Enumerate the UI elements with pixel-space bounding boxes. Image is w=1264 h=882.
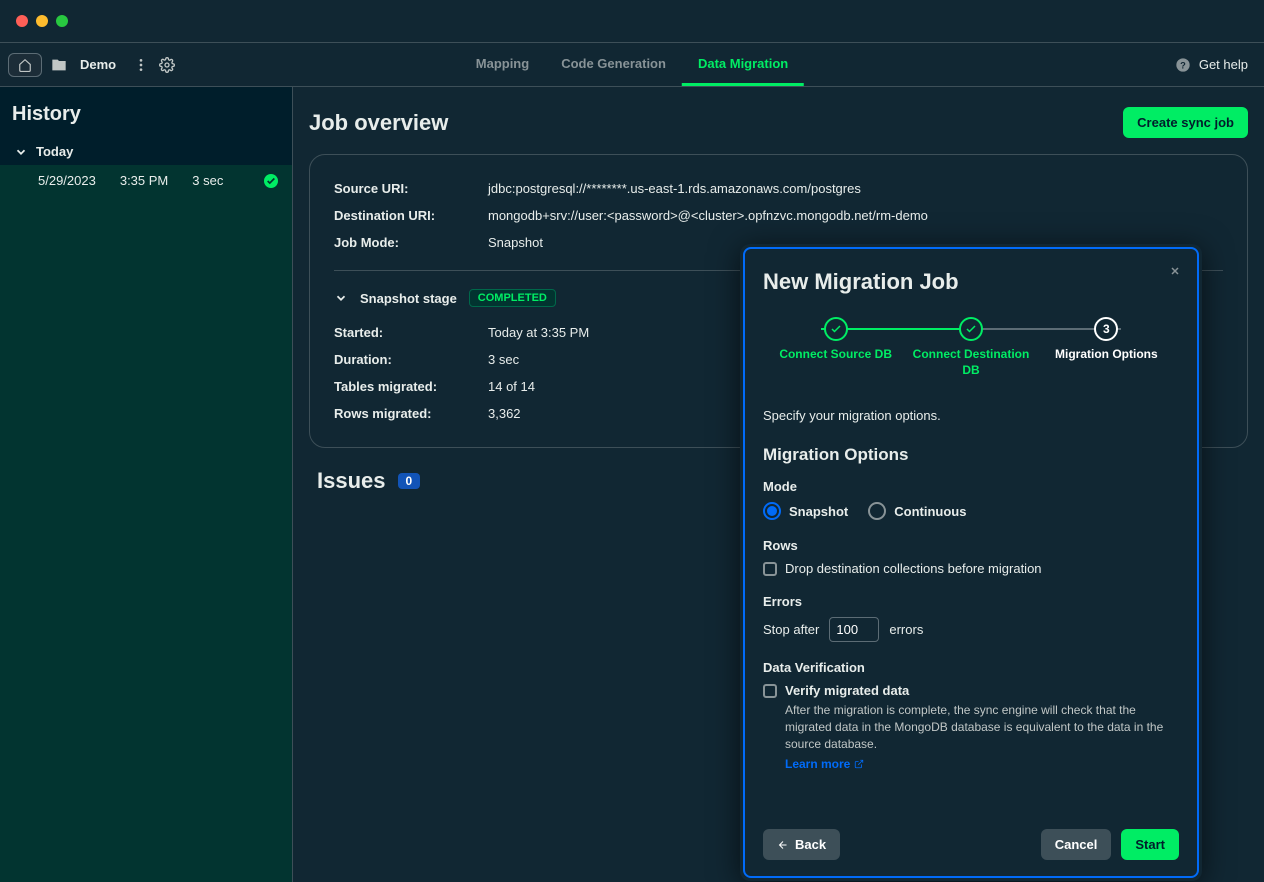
history-time: 3:35 PM xyxy=(120,173,168,188)
stage-name: Snapshot stage xyxy=(360,291,457,306)
back-label: Back xyxy=(795,837,826,852)
modal-description: Specify your migration options. xyxy=(763,408,1179,423)
learn-more-link[interactable]: Learn more xyxy=(785,757,864,771)
gear-icon xyxy=(159,57,175,73)
learn-more-text: Learn more xyxy=(785,757,850,771)
rows-migrated-label: Rows migrated: xyxy=(334,406,488,421)
success-icon xyxy=(264,174,278,188)
drop-collections-checkbox[interactable] xyxy=(763,562,777,576)
verify-data-description: After the migration is complete, the syn… xyxy=(785,702,1179,752)
started-value: Today at 3:35 PM xyxy=(488,325,589,340)
mode-snapshot-radio[interactable] xyxy=(763,502,781,520)
history-duration: 3 sec xyxy=(192,173,223,188)
toolbar: Demo Mapping Code Generation Data Migrat… xyxy=(0,43,1264,87)
data-verification-label: Data Verification xyxy=(763,660,1179,675)
step-2-indicator xyxy=(959,317,983,341)
step-3-indicator: 3 xyxy=(1094,317,1118,341)
rows-label: Rows xyxy=(763,538,1179,553)
step-2-label: Connect Destination DB xyxy=(904,347,1037,378)
step-1-label: Connect Source DB xyxy=(779,347,892,363)
history-item[interactable]: 5/29/2023 3:35 PM 3 sec xyxy=(0,165,292,196)
job-mode-label: Job Mode: xyxy=(334,235,488,250)
tab-mapping[interactable]: Mapping xyxy=(460,43,545,86)
close-icon xyxy=(1169,265,1181,277)
maximize-window-button[interactable] xyxy=(56,15,68,27)
sidebar-title: History xyxy=(0,87,292,138)
sidebar-bg xyxy=(0,196,292,882)
tables-value: 14 of 14 xyxy=(488,379,535,394)
svg-text:?: ? xyxy=(1180,60,1186,70)
job-overview-title: Job overview xyxy=(309,110,448,136)
get-help-label: Get help xyxy=(1199,57,1248,72)
titlebar xyxy=(0,0,1264,43)
home-icon xyxy=(18,58,32,72)
group-label: Today xyxy=(36,144,73,159)
rows-migrated-value: 3,362 xyxy=(488,406,521,421)
duration-label: Duration: xyxy=(334,352,488,367)
chevron-down-icon xyxy=(334,291,348,305)
stop-after-label: Stop after xyxy=(763,622,819,637)
verify-data-label: Verify migrated data xyxy=(785,683,1179,698)
stop-after-input[interactable] xyxy=(829,617,879,642)
migration-options-heading: Migration Options xyxy=(763,445,1179,465)
tab-data-migration[interactable]: Data Migration xyxy=(682,43,804,86)
settings-button[interactable] xyxy=(158,56,176,74)
start-button[interactable]: Start xyxy=(1121,829,1179,860)
stage-status-badge: COMPLETED xyxy=(469,289,556,307)
issues-count-badge: 0 xyxy=(398,473,421,489)
step-3-label: Migration Options xyxy=(1055,347,1158,363)
started-label: Started: xyxy=(334,325,488,340)
more-button[interactable] xyxy=(132,56,150,74)
mode-label: Mode xyxy=(763,479,1179,494)
errors-label: Errors xyxy=(763,594,1179,609)
cancel-button[interactable]: Cancel xyxy=(1041,829,1112,860)
folder-icon xyxy=(50,56,68,74)
more-vertical-icon xyxy=(133,57,149,73)
job-mode-value: Snapshot xyxy=(488,235,543,250)
source-uri-label: Source URI: xyxy=(334,181,488,196)
close-window-button[interactable] xyxy=(16,15,28,27)
verify-data-checkbox[interactable] xyxy=(763,684,777,698)
history-group-today[interactable]: Today xyxy=(0,138,292,165)
step-1-indicator xyxy=(824,317,848,341)
modal-title: New Migration Job xyxy=(763,269,1179,295)
stepper: Connect Source DB Connect Destination DB… xyxy=(763,317,1179,378)
modal-close-button[interactable] xyxy=(1167,263,1183,279)
source-uri-value: jdbc:postgresql://********.us-east-1.rds… xyxy=(488,181,861,196)
drop-collections-label: Drop destination collections before migr… xyxy=(785,561,1042,576)
errors-suffix: errors xyxy=(889,622,923,637)
check-icon xyxy=(965,323,977,335)
arrow-left-icon xyxy=(777,839,789,851)
mode-continuous-radio[interactable] xyxy=(868,502,886,520)
tab-code-generation[interactable]: Code Generation xyxy=(545,43,682,86)
duration-value: 3 sec xyxy=(488,352,519,367)
dest-uri-value: mongodb+srv://user:<password>@<cluster>.… xyxy=(488,208,928,223)
history-date: 5/29/2023 xyxy=(38,173,96,188)
nav-tabs: Mapping Code Generation Data Migration xyxy=(460,43,804,86)
get-help-button[interactable]: ? Get help xyxy=(1175,57,1256,73)
mode-snapshot-label: Snapshot xyxy=(789,504,848,519)
issues-title: Issues xyxy=(317,468,386,494)
project-name: Demo xyxy=(80,57,116,72)
history-sidebar: History Today 5/29/2023 3:35 PM 3 sec xyxy=(0,87,293,882)
minimize-window-button[interactable] xyxy=(36,15,48,27)
dest-uri-label: Destination URI: xyxy=(334,208,488,223)
new-migration-job-modal: New Migration Job Connect Source DB Conn… xyxy=(740,244,1202,881)
external-link-icon xyxy=(854,759,864,769)
check-icon xyxy=(830,323,842,335)
tables-label: Tables migrated: xyxy=(334,379,488,394)
help-icon: ? xyxy=(1175,57,1191,73)
mode-continuous-label: Continuous xyxy=(894,504,966,519)
create-sync-job-button[interactable]: Create sync job xyxy=(1123,107,1248,138)
back-button[interactable]: Back xyxy=(763,829,840,860)
chevron-down-icon xyxy=(14,145,28,159)
home-button[interactable] xyxy=(8,53,42,77)
